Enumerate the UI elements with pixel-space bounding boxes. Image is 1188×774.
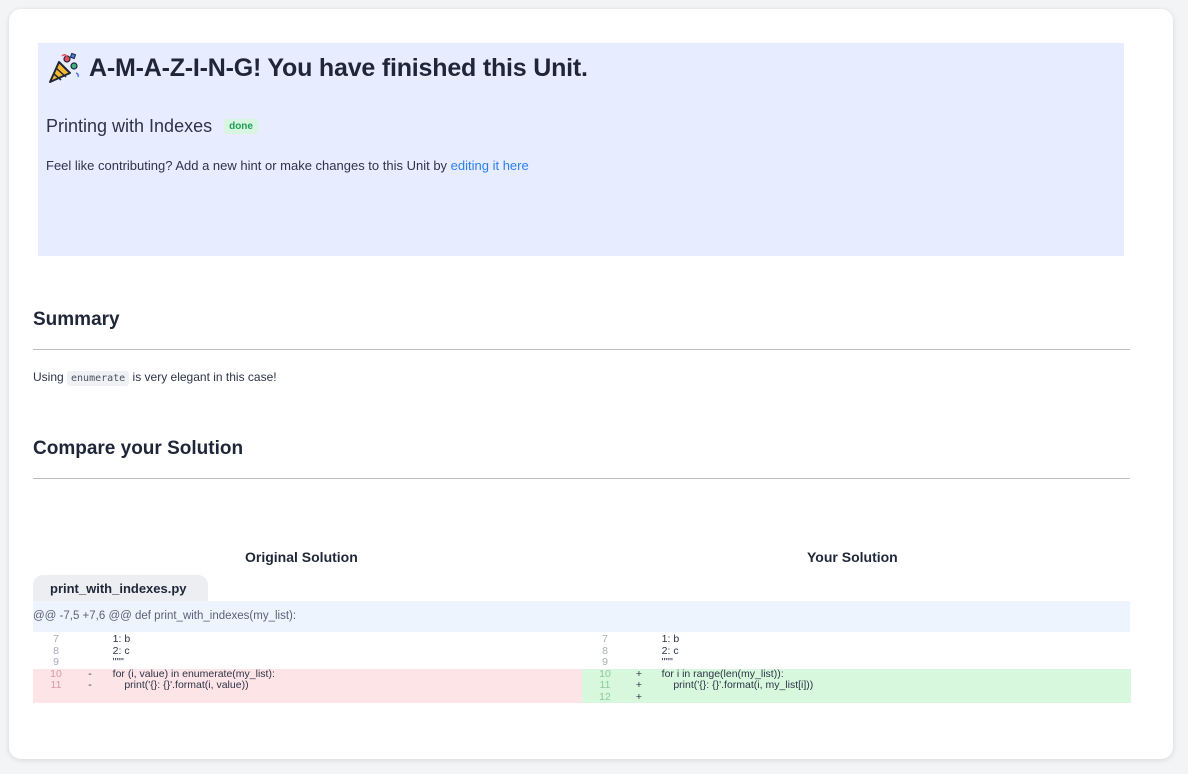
line-number: 9 — [602, 656, 608, 668]
diff-sign: + — [635, 690, 643, 703]
file-tab[interactable]: print_with_indexes.py — [33, 575, 208, 601]
your-diff-pane: 7 1: b8 2: c9 """ 10 + for i in range(len(… — [582, 633, 1131, 703]
summary-text: Using enumerate is very elegant in this … — [33, 370, 277, 386]
original-solution-heading: Original Solution — [245, 549, 358, 565]
line-number: 7 — [602, 633, 608, 645]
diff-sign — [628, 646, 650, 658]
diff-row: 11 + print('{}: {}'.format(i, my_list[i])… — [582, 679, 1131, 692]
diff-sign — [79, 657, 101, 669]
your-solution-heading: Your Solution — [807, 549, 898, 565]
completion-title-text: A-M-A-Z-I-N-G! You have finished this Un… — [89, 53, 588, 82]
party-popper-icon — [47, 51, 81, 85]
code-line: print('{}: {}'.format(i, value)) — [101, 679, 249, 691]
code-line: """ — [101, 656, 124, 668]
line-number: 11 — [599, 679, 611, 691]
diff-row: 9 """ — [582, 656, 1131, 669]
diff-row: 9 """ — [33, 656, 582, 669]
summary-heading: Summary — [33, 309, 120, 330]
line-number: 11 — [50, 679, 62, 691]
summary-divider — [33, 349, 1130, 350]
status-badge: done — [224, 119, 258, 134]
diff-sign — [628, 657, 650, 669]
code-line: 1: b — [101, 633, 131, 645]
line-number: 12 — [599, 690, 611, 703]
compare-divider — [33, 478, 1130, 479]
diff-sign: - — [88, 679, 92, 691]
diff-row: 7 1: b — [33, 633, 582, 646]
diff-sign — [79, 646, 101, 658]
summary-text-after: is very elegant in this case! — [129, 370, 277, 384]
unit-name: Printing with Indexes — [46, 116, 213, 136]
diff-filler-row — [33, 691, 582, 703]
code-line: 1: b — [650, 633, 680, 645]
completion-title: A-M-A-Z-I-N-G! You have finished this Un… — [47, 51, 588, 85]
line-number: 7 — [53, 633, 59, 645]
contribute-text: Feel like contributing? Add a new hint o… — [46, 158, 529, 173]
unit-status-line: Printing with Indexes done — [46, 116, 258, 137]
diff-row: 11 - print('{}: {}'.format(i, value)) — [33, 679, 582, 692]
summary-inline-code: enumerate — [67, 371, 130, 386]
diff-row: 12 + — [582, 690, 1131, 703]
edit-unit-link[interactable]: editing it here — [451, 158, 529, 173]
unit-complete-card: A-M-A-Z-I-N-G! You have finished this Un… — [9, 9, 1173, 759]
diff-sign: + — [635, 679, 643, 691]
diff-hunk-header: @@ -7,5 +7,6 @@ def print_with_indexes(m… — [33, 601, 1130, 632]
diff-sign — [628, 634, 650, 646]
contribute-text-body: Feel like contributing? Add a new hint o… — [46, 158, 451, 173]
original-diff-pane: 7 1: b8 2: c9 """ 10- for (i, value) in e… — [33, 633, 582, 703]
line-number: 9 — [53, 656, 59, 668]
code-line: """ — [650, 656, 673, 668]
compare-heading: Compare your Solution — [33, 438, 244, 459]
code-line: print('{}: {}'.format(i, my_list[i])) — [650, 679, 814, 691]
diff-sign — [79, 634, 101, 646]
summary-text-before: Using — [33, 370, 68, 384]
diff-row: 7 1: b — [582, 633, 1131, 646]
hunk-header-text: @@ -7,5 +7,6 @@ def print_with_indexes(m… — [33, 610, 297, 622]
